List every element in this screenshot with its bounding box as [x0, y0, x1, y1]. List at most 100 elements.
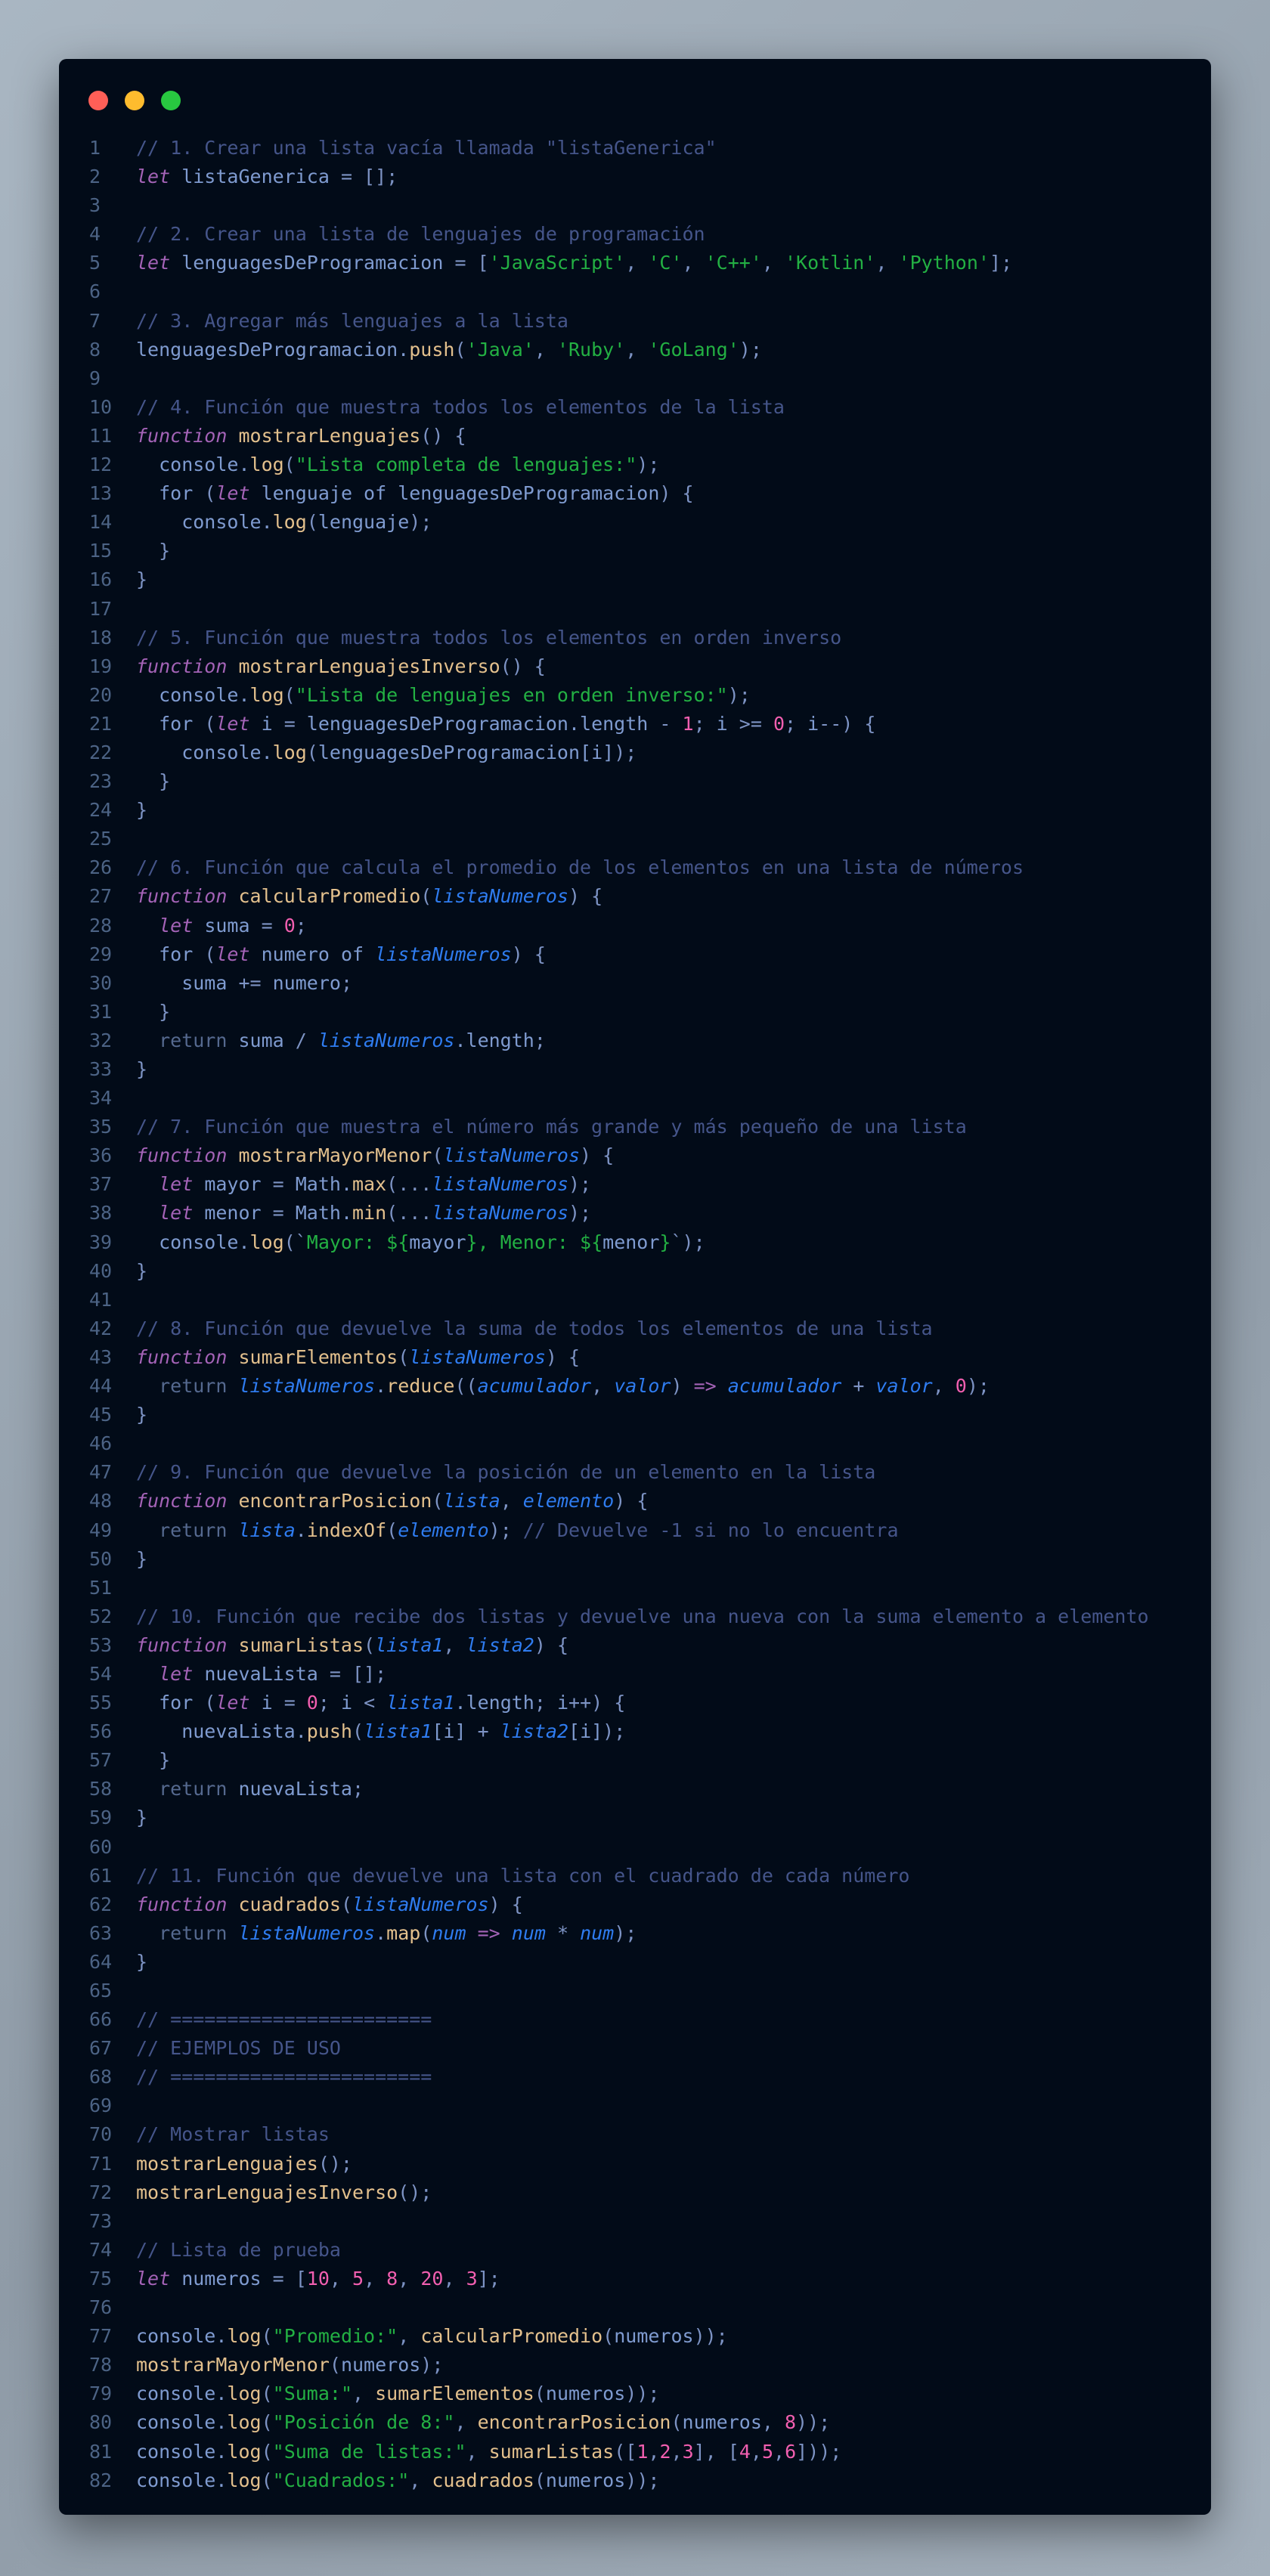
line-number: 68 — [89, 2066, 113, 2088]
token-identifier: lenguaje — [318, 511, 410, 534]
line-number: 66 — [89, 2008, 113, 2031]
close-dot-icon[interactable] — [88, 91, 108, 110]
token-keyword: return — [136, 1519, 239, 1541]
line-number: 72 — [89, 2181, 113, 2203]
code-line: 59} — [59, 1804, 1211, 1832]
token-parameter: listaNumeros — [238, 1921, 376, 1944]
token-parameter: lista2 — [466, 1633, 534, 1656]
token-string: 'JavaScript' — [488, 252, 626, 274]
line-number: 33 — [89, 1058, 113, 1080]
line-content: } — [136, 1948, 147, 1977]
token-punctuation: } — [136, 1000, 171, 1023]
token-function-name: log — [272, 741, 307, 763]
line-content: // 3. Agregar más lenguajes a la lista — [136, 307, 568, 336]
token-function-name: mostrarLenguajes — [136, 2152, 318, 2175]
token-function-name: mostrarLenguajes — [227, 424, 421, 447]
token-punctuation: , — [671, 2440, 683, 2463]
line-content: let listaGenerica = []; — [136, 163, 398, 191]
token-parameter: valor — [614, 1375, 671, 1398]
token-identifier: console. — [136, 2411, 228, 2434]
token-keyword: function — [136, 1490, 228, 1512]
code-line: 45} — [59, 1401, 1211, 1429]
token-punctuation: ) { — [511, 943, 546, 965]
token-punctuation: , — [329, 2267, 352, 2290]
line-content: console.log("Posición de 8:", encontrarP… — [136, 2408, 830, 2437]
line-content: } — [136, 1401, 147, 1429]
line-number: 14 — [89, 511, 113, 534]
token-parameter: lista — [443, 1490, 500, 1512]
code-line: 10 // 4. Función que muestra todos los el… — [59, 393, 1211, 422]
code-line: 68 // ======================= — [59, 2063, 1211, 2091]
token-punctuation: , — [750, 2440, 762, 2463]
token-punctuation: ( — [283, 454, 296, 476]
line-number: 25 — [89, 828, 113, 850]
code-line: 66 // ======================= — [59, 2005, 1211, 2034]
line-number: 5 — [89, 252, 101, 274]
code-line: 53 function sumarListas(lista1, lista2) { — [59, 1631, 1211, 1660]
code-line: 82 console.log("Cuadrados:", cuadrados(nu… — [59, 2466, 1211, 2495]
token-parameter: num — [432, 1921, 466, 1944]
token-punctuation: , — [682, 252, 705, 274]
token-string: }, Menor: ${ — [466, 1231, 603, 1253]
token-string: "Posición de 8:" — [272, 2411, 455, 2434]
code-line: 18 // 5. Función que muestra todos los el… — [59, 624, 1211, 652]
token-punctuation: ) { — [568, 885, 603, 908]
code-line: 14 console.log(lenguaje); — [59, 508, 1211, 537]
line-content: } — [136, 1055, 147, 1084]
line-number: 73 — [89, 2209, 113, 2232]
token-identifier: console. — [136, 2382, 228, 2405]
token-punctuation: , — [932, 1375, 956, 1398]
line-number: 18 — [89, 626, 113, 649]
token-number: 0 — [283, 914, 296, 937]
token-keyword: function — [136, 1633, 228, 1656]
token-keyword: let — [215, 482, 250, 505]
code-line: 39 console.log(`Mayor: ${mayor}, Menor: … — [59, 1228, 1211, 1257]
token-function-name: push — [409, 338, 455, 361]
token-comment: // 7. Función que muestra el número más … — [136, 1116, 967, 1138]
line-number: 79 — [89, 2382, 113, 2405]
token-function-name: cuadrados — [227, 1893, 341, 1915]
line-content: return listaNumeros.map(num => num * num… — [136, 1919, 637, 1948]
token-comment: // 8. Función que devuelve la suma de to… — [136, 1317, 933, 1339]
token-punctuation: ) { — [614, 1490, 649, 1512]
token-punctuation — [136, 915, 159, 937]
token-punctuation: ( — [398, 1345, 410, 1368]
token-identifier: mayor — [409, 1231, 466, 1253]
code-line: 38 let menor = Math.min(...listaNumeros)… — [59, 1199, 1211, 1228]
code-window: 1 // 1. Crear una lista vacía llamada "li… — [59, 59, 1211, 2515]
token-number: 20 — [420, 2267, 444, 2290]
token-identifier: Math. — [295, 1173, 352, 1196]
token-function-name: max — [352, 1173, 387, 1196]
line-number: 58 — [89, 1778, 113, 1800]
token-identifier: numero — [272, 971, 341, 994]
line-content: nuevaLista.push(lista1[i] + lista2[i]); — [136, 1717, 625, 1746]
line-content: // 5. Función que muestra todos los elem… — [136, 624, 841, 652]
token-parameter: listaNumeros — [318, 1029, 455, 1051]
code-line: 19 function mostrarLenguajesInverso() { — [59, 652, 1211, 681]
token-parameter: valor — [875, 1375, 933, 1398]
line-number: 43 — [89, 1345, 113, 1368]
line-content: console.log("Lista de lenguajes en orden… — [136, 681, 751, 710]
token-function-name: log — [249, 454, 284, 476]
token-punctuation: = — [261, 914, 284, 937]
minimize-dot-icon[interactable] — [125, 91, 144, 110]
token-string: 'Python' — [898, 252, 990, 274]
code-line: 37 let mayor = Math.max(...listaNumeros)… — [59, 1170, 1211, 1199]
maximize-dot-icon[interactable] — [161, 91, 181, 110]
token-parameter: listaNumeros — [432, 1202, 568, 1225]
line-number: 31 — [89, 1000, 113, 1023]
token-number: 5 — [352, 2267, 364, 2290]
token-punctuation: , — [761, 252, 785, 274]
code-line: 78 mostrarMayorMenor(numeros); — [59, 2351, 1211, 2379]
code-editor[interactable]: 1 // 1. Crear una lista vacía llamada "li… — [59, 134, 1211, 2495]
code-line: 15 } — [59, 537, 1211, 565]
line-content: for (let i = lenguagesDeProgramacion.len… — [136, 710, 875, 738]
token-comment: // 9. Función que devuelve la posición d… — [136, 1461, 876, 1484]
token-punctuation: ; — [340, 971, 352, 994]
token-keyword: function — [136, 655, 228, 677]
token-function-name: map — [386, 1921, 421, 1944]
line-number: 60 — [89, 1835, 113, 1858]
code-line: 50} — [59, 1545, 1211, 1574]
line-content: } — [136, 565, 147, 594]
token-parameter: lista1 — [375, 1633, 444, 1656]
